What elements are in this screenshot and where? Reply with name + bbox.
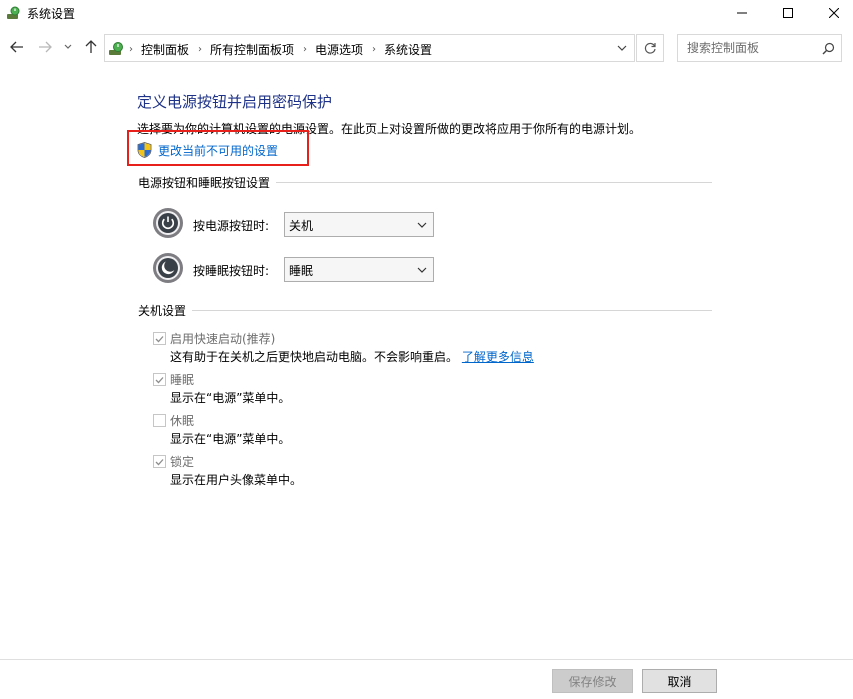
breadcrumb-system-settings[interactable]: 系统设置 [384, 41, 432, 58]
power-button-value: 关机 [289, 219, 314, 233]
power-button-icon [153, 208, 183, 238]
arrow-up-icon [85, 40, 97, 53]
checkmark-icon [155, 335, 164, 342]
search-input[interactable] [679, 36, 817, 60]
cancel-button[interactable]: 取消 [642, 669, 717, 693]
chevron-down-icon [417, 267, 427, 273]
maximize-icon [783, 8, 793, 18]
fast-startup-option: 启用快速启动(推荐) [153, 330, 275, 347]
sleep-button-icon [153, 253, 183, 283]
hibernate-checkbox[interactable] [153, 414, 166, 427]
control-panel-icon [109, 42, 123, 55]
fast-startup-description: 这有助于在关机之后更快地启动电脑。不会影响重启。 了解更多信息 [170, 348, 534, 365]
maximize-button[interactable] [765, 0, 811, 26]
sleep-button-value: 睡眠 [289, 264, 314, 278]
lock-checkbox[interactable] [153, 455, 166, 468]
hibernate-option: 休眠 [153, 412, 194, 429]
recent-locations-button[interactable] [61, 38, 75, 56]
minimize-icon [737, 12, 747, 14]
shutdown-section-title: 关机设置 [138, 304, 187, 318]
sleep-button-select[interactable]: 睡眠 [284, 257, 434, 282]
breadcrumb-control-panel[interactable]: 控制面板 [141, 41, 189, 58]
search-box[interactable] [677, 34, 842, 62]
breadcrumb: › 控制面板 › 所有控制面板项 › 电源选项 › 系统设置 [129, 41, 432, 58]
title-bar: 系统设置 [0, 0, 853, 26]
footer-divider [0, 659, 853, 660]
back-button[interactable] [8, 38, 26, 56]
change-unavailable-settings-link[interactable]: 更改当前不可用的设置 [137, 142, 278, 158]
breadcrumb-separator-icon[interactable]: › [303, 44, 307, 55]
sleep-button-label: 按睡眠按钮时: [193, 264, 270, 278]
navigation-bar: › 控制面板 › 所有控制面板项 › 电源选项 › 系统设置 [0, 32, 853, 64]
hibernate-description: 显示在“电源”菜单中。 [170, 432, 291, 446]
lock-description: 显示在用户头像菜单中。 [170, 473, 303, 487]
section-divider [276, 182, 712, 183]
learn-more-link[interactable]: 了解更多信息 [462, 350, 534, 364]
chevron-down-icon[interactable] [616, 42, 628, 54]
uac-shield-icon [137, 142, 152, 158]
lock-option: 锁定 [153, 453, 194, 470]
breadcrumb-all-items[interactable]: 所有控制面板项 [210, 41, 294, 58]
minimize-button[interactable] [719, 0, 765, 26]
power-options-icon [7, 6, 20, 19]
up-button[interactable] [82, 38, 100, 56]
breadcrumb-separator-icon[interactable]: › [198, 44, 202, 55]
change-link-label[interactable]: 更改当前不可用的设置 [158, 142, 278, 159]
chevron-down-icon [417, 222, 427, 228]
arrow-right-icon [39, 41, 52, 53]
window-title: 系统设置 [27, 7, 76, 21]
refresh-button[interactable] [636, 34, 664, 62]
forward-button[interactable] [36, 38, 54, 56]
power-button-row: 按电源按钮时: 关机 [152, 207, 434, 239]
shutdown-section-heading: 关机设置 [138, 302, 712, 319]
power-button-label: 按电源按钮时: [193, 219, 270, 233]
sleep-description: 显示在“电源”菜单中。 [170, 391, 291, 405]
breadcrumb-power-options[interactable]: 电源选项 [315, 41, 363, 58]
close-button[interactable] [811, 0, 853, 26]
breadcrumb-separator-icon: › [129, 44, 133, 55]
chevron-down-icon [64, 44, 72, 49]
sleep-button-row: 按睡眠按钮时: 睡眠 [152, 252, 434, 284]
save-changes-button[interactable]: 保存修改 [552, 669, 633, 693]
search-icon[interactable] [822, 42, 835, 55]
fast-startup-checkbox[interactable] [153, 332, 166, 345]
power-button-select[interactable]: 关机 [284, 212, 434, 237]
section-divider [192, 310, 712, 311]
sleep-label: 睡眠 [170, 373, 195, 387]
checkmark-icon [155, 376, 164, 383]
sleep-checkbox[interactable] [153, 373, 166, 386]
address-bar[interactable]: › 控制面板 › 所有控制面板项 › 电源选项 › 系统设置 [104, 34, 635, 62]
checkmark-icon [155, 458, 164, 465]
refresh-icon [644, 42, 656, 54]
close-icon [829, 8, 839, 18]
arrow-left-icon [10, 41, 23, 53]
fast-startup-desc-text: 这有助于在关机之后更快地启动电脑。不会影响重启。 [170, 350, 459, 364]
lock-label: 锁定 [170, 455, 195, 469]
sleep-option: 睡眠 [153, 371, 194, 388]
hibernate-label: 休眠 [170, 414, 195, 428]
page-title: 定义电源按钮并启用密码保护 [137, 93, 333, 111]
power-section-heading: 电源按钮和睡眠按钮设置 [138, 174, 712, 191]
fast-startup-label: 启用快速启动(推荐) [170, 332, 276, 346]
power-section-title: 电源按钮和睡眠按钮设置 [138, 176, 271, 190]
breadcrumb-separator-icon[interactable]: › [372, 44, 376, 55]
